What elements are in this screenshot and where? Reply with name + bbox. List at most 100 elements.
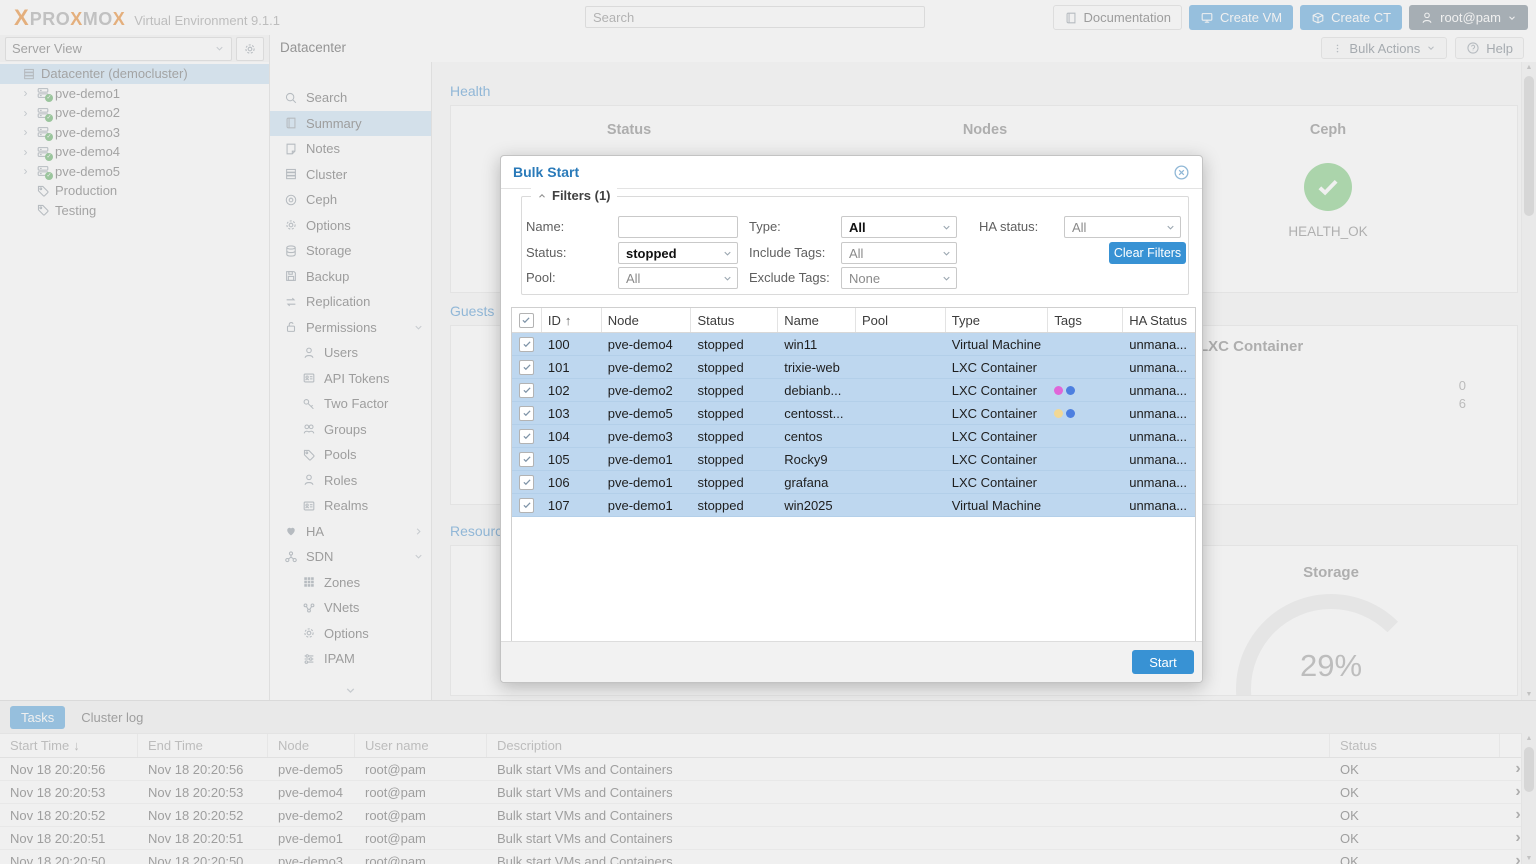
tag-dot [1054, 385, 1064, 395]
ha-status-filter-select[interactable]: All [1064, 216, 1181, 238]
row-checkbox-cell [512, 474, 542, 490]
cell-name: debianb... [784, 382, 842, 398]
name-filter-input[interactable] [618, 216, 738, 238]
cell-name: win11 [784, 336, 818, 352]
guest-table-header: ID ↑ Node Status Name Pool Type Tags HA S… [512, 308, 1195, 333]
include-tags-filter-select[interactable]: All [841, 242, 957, 264]
cell-status: stopped [697, 497, 744, 513]
cell-name: grafana [784, 474, 829, 490]
column-name[interactable]: Name [778, 308, 856, 332]
row-checkbox[interactable] [519, 497, 535, 513]
vm-row-106[interactable]: 106 pve-demo1 stopped grafana LXC Container u… [512, 471, 1195, 494]
vm-row-100[interactable]: 100 pve-demo4 stopped win11 Virtual Machine u… [512, 333, 1195, 356]
close-icon [1173, 164, 1190, 181]
cell-ha: unmana... [1129, 359, 1188, 375]
row-checkbox-cell [512, 405, 542, 421]
vm-row-105[interactable]: 105 pve-demo1 stopped Rocky9 LXC Container un… [512, 448, 1195, 471]
column-tags[interactable]: Tags [1048, 308, 1124, 332]
tag-dot [1054, 408, 1064, 418]
cell-type: LXC Container [951, 428, 1038, 444]
vm-row-101[interactable]: 101 pve-demo2 stopped trixie-web LXC Contain… [512, 356, 1195, 379]
column-status[interactable]: Status [691, 308, 779, 332]
select-all-checkbox[interactable] [518, 312, 534, 328]
type-filter-value: All [849, 219, 866, 235]
row-checkbox-cell [512, 382, 542, 398]
dialog-header[interactable]: Bulk Start [501, 156, 1202, 189]
column-type[interactable]: Type [946, 308, 1049, 332]
check-icon [522, 339, 532, 349]
row-checkbox[interactable] [519, 451, 535, 467]
status-filter-value: stopped [626, 245, 677, 261]
proxmox-app: XPROXMOX Virtual Environment 9.1.1 Docum… [0, 0, 1536, 864]
cell-id: 104 [547, 428, 570, 444]
row-checkbox[interactable] [519, 428, 535, 444]
column-label: ID [547, 312, 561, 328]
status-filter-select[interactable]: stopped [618, 242, 738, 264]
column-id[interactable]: ID ↑ [542, 308, 602, 332]
cell-name: centos [784, 428, 823, 444]
include-tags-filter-label: Include Tags: [749, 245, 826, 260]
column-ha-status[interactable]: HA Status [1123, 308, 1195, 332]
column-label: Tags [1054, 312, 1082, 328]
row-checkbox[interactable] [519, 405, 535, 421]
check-icon [522, 477, 532, 487]
cell-status: stopped [697, 451, 744, 467]
column-label: Type [951, 312, 980, 328]
check-icon [522, 408, 532, 418]
start-button[interactable]: Start [1132, 650, 1194, 674]
column-label: Name [784, 312, 819, 328]
cell-type: LXC Container [951, 474, 1038, 490]
chevron-down-icon [941, 273, 952, 284]
name-filter-label: Name: [526, 219, 565, 234]
check-icon [522, 431, 532, 441]
column-node[interactable]: Node [602, 308, 692, 332]
exclude-tags-filter-value: None [849, 270, 881, 286]
cell-tags [1048, 408, 1123, 418]
column-pool[interactable]: Pool [856, 308, 946, 332]
dialog-footer: Start [501, 641, 1202, 682]
cell-id: 103 [547, 405, 570, 421]
cell-ha: unmana... [1129, 382, 1188, 398]
cell-name: win2025 [784, 497, 833, 513]
cell-type: LXC Container [951, 382, 1038, 398]
cell-status: stopped [697, 382, 744, 398]
exclude-tags-filter-label: Exclude Tags: [749, 270, 830, 285]
cell-ha: unmana... [1129, 336, 1188, 352]
clear-filters-button[interactable]: Clear Filters [1109, 242, 1186, 264]
row-checkbox[interactable] [519, 474, 535, 490]
vm-row-102[interactable]: 102 pve-demo2 stopped debianb... LXC Contain… [512, 379, 1195, 402]
cell-name: trixie-web [784, 359, 840, 375]
cell-node: pve-demo2 [607, 359, 673, 375]
ha-status-filter-label: HA status: [979, 219, 1039, 234]
cell-type: LXC Container [951, 451, 1038, 467]
cell-id: 101 [547, 359, 570, 375]
cell-id: 102 [547, 382, 570, 398]
status-filter-label: Status: [526, 245, 567, 260]
cell-name: centosst... [784, 405, 844, 421]
vm-row-103[interactable]: 103 pve-demo5 stopped centosst... LXC Contai… [512, 402, 1195, 425]
include-tags-filter-value: All [849, 245, 864, 261]
column-label: Pool [862, 312, 889, 328]
cell-ha: unmana... [1129, 405, 1188, 421]
vm-row-107[interactable]: 107 pve-demo1 stopped win2025 Virtual Machin… [512, 494, 1195, 517]
exclude-tags-filter-select[interactable]: None [841, 267, 957, 289]
guest-table-body: 100 pve-demo4 stopped win11 Virtual Machine u… [512, 333, 1195, 517]
column-label: Node [607, 312, 639, 328]
row-checkbox[interactable] [519, 336, 535, 352]
cell-status: stopped [697, 474, 744, 490]
bulk-start-dialog: Bulk Start Filters (1) Name: Type: All H… [500, 155, 1203, 683]
dialog-close-button[interactable] [1173, 164, 1190, 181]
pool-filter-label: Pool: [526, 270, 556, 285]
chevron-down-icon [941, 248, 952, 259]
row-checkbox[interactable] [519, 359, 535, 375]
filters-legend[interactable]: Filters (1) [531, 188, 617, 203]
cell-id: 100 [547, 336, 570, 352]
pool-filter-select[interactable]: All [618, 267, 738, 289]
vm-row-104[interactable]: 104 pve-demo3 stopped centos LXC Container un… [512, 425, 1195, 448]
check-icon [522, 500, 532, 510]
chevron-down-icon [722, 273, 733, 284]
cell-ha: unmana... [1129, 474, 1188, 490]
cell-node: pve-demo2 [607, 382, 673, 398]
type-filter-select[interactable]: All [841, 216, 957, 238]
row-checkbox[interactable] [519, 382, 535, 398]
